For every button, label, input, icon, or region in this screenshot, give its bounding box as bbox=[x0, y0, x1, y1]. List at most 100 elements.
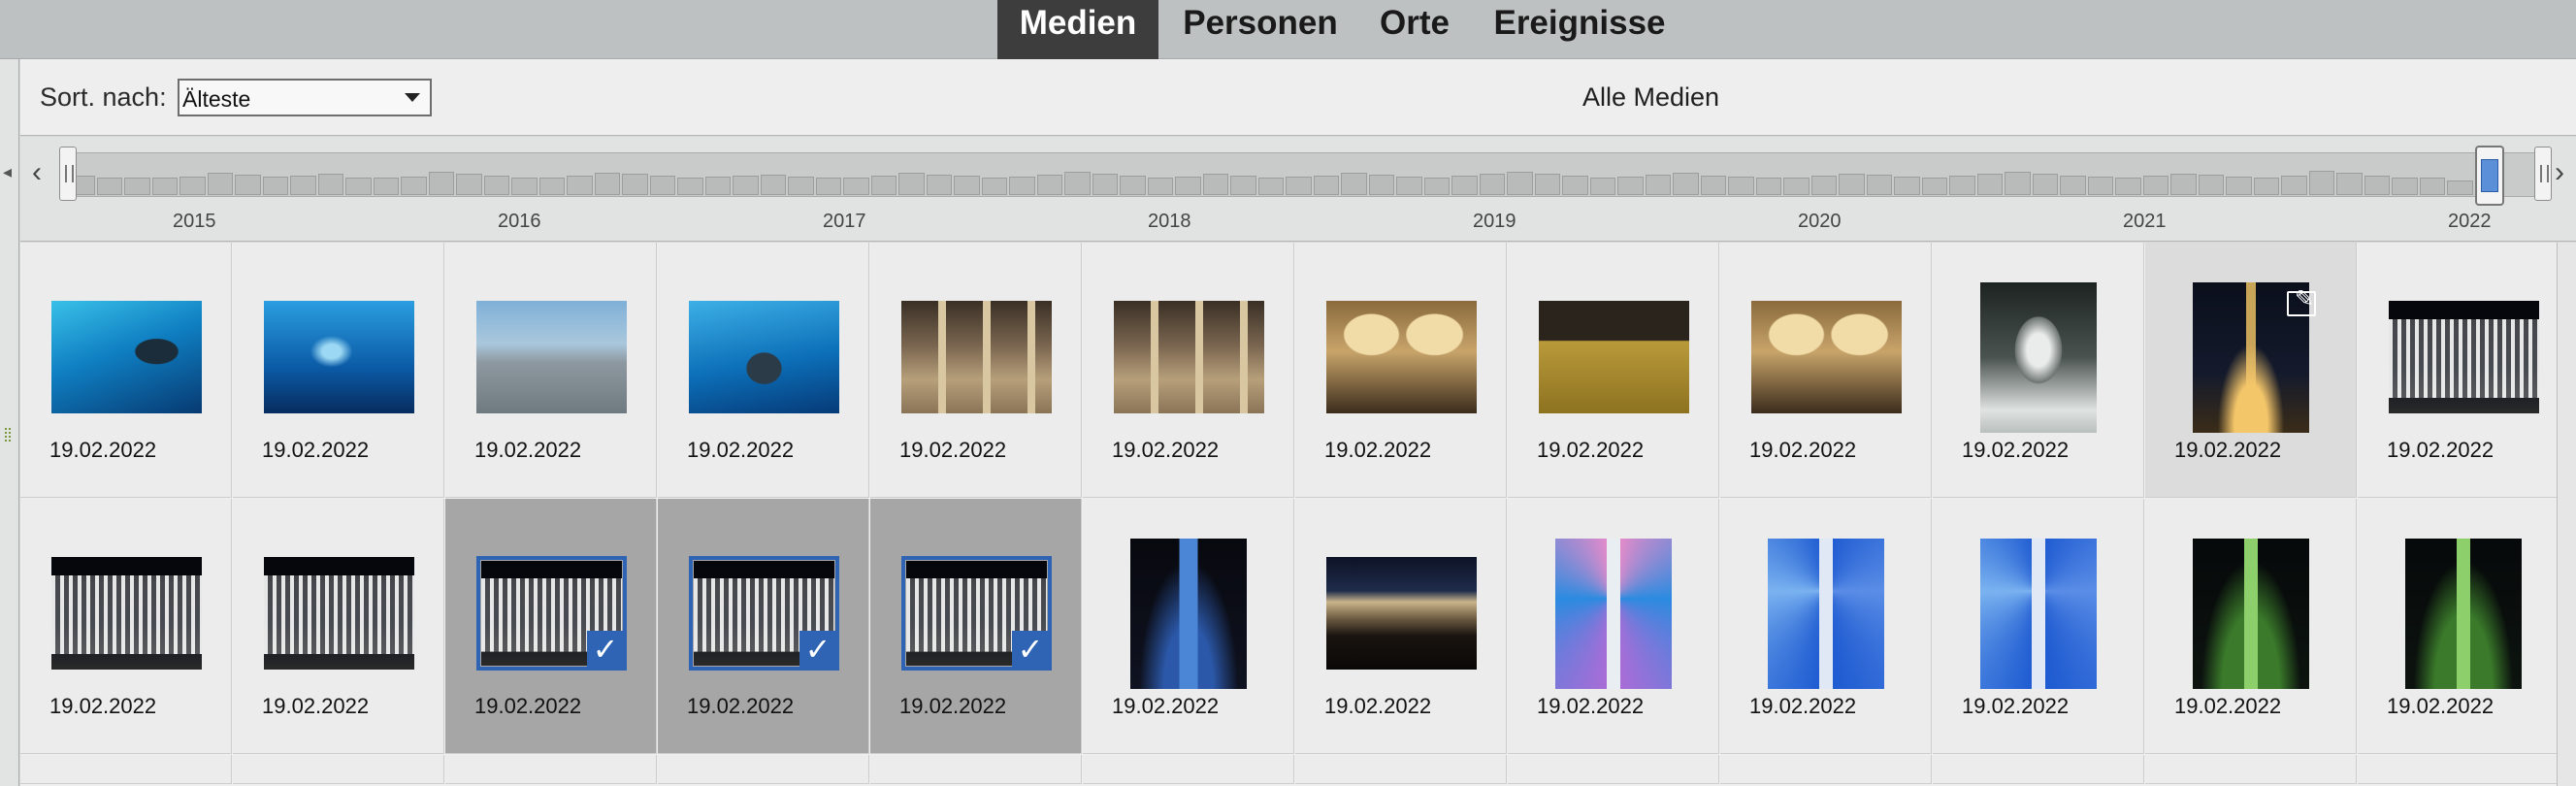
media-item[interactable] bbox=[870, 755, 1082, 784]
checkmark-icon[interactable]: ✓ bbox=[799, 631, 836, 668]
media-item[interactable]: 19.02.2022 bbox=[1720, 499, 1932, 754]
media-item[interactable] bbox=[233, 755, 444, 784]
timeline-bar bbox=[345, 178, 372, 195]
media-thumbnail[interactable] bbox=[1539, 301, 1689, 413]
media-thumbnail[interactable] bbox=[51, 301, 202, 413]
timeline-bar bbox=[262, 177, 289, 195]
media-item[interactable]: 19.02.2022 bbox=[1508, 243, 1719, 498]
timeline-year[interactable]: 2018 bbox=[1148, 211, 1191, 233]
edit-icon[interactable] bbox=[2287, 285, 2316, 316]
media-item[interactable]: 19.02.2022 bbox=[1083, 243, 1294, 498]
media-thumbnail[interactable] bbox=[1326, 301, 1477, 413]
media-item[interactable]: 19.02.2022 bbox=[658, 243, 869, 498]
timeline-bar bbox=[1257, 178, 1285, 195]
timeline-year[interactable]: 2019 bbox=[1473, 211, 1516, 233]
sort-dropdown[interactable]: Älteste bbox=[178, 79, 432, 116]
timeline-bar bbox=[207, 173, 234, 195]
media-thumbnail[interactable] bbox=[1326, 557, 1477, 670]
timeline-bar bbox=[1894, 177, 1920, 195]
timeline-year[interactable]: 2016 bbox=[498, 211, 541, 233]
media-item[interactable] bbox=[1083, 755, 1294, 784]
media-date: 19.02.2022 bbox=[262, 694, 370, 718]
media-thumbnail[interactable] bbox=[1768, 539, 1884, 689]
expand-panel-icon[interactable]: ◂ bbox=[3, 162, 12, 182]
media-item[interactable]: 19.02.2022 bbox=[2358, 499, 2569, 754]
media-thumbnail[interactable] bbox=[264, 557, 414, 670]
media-item[interactable]: 19.02.2022 bbox=[20, 499, 232, 754]
media-item[interactable]: 19.02.2022 bbox=[233, 243, 444, 498]
media-item[interactable]: ✓ 19.02.2022 bbox=[870, 499, 1082, 754]
media-item[interactable]: 19.02.2022 bbox=[1720, 243, 1932, 498]
timeline-position-handle[interactable] bbox=[2475, 146, 2504, 206]
media-item[interactable] bbox=[1295, 755, 1507, 784]
timeline-bar bbox=[1341, 173, 1367, 195]
media-thumbnail[interactable] bbox=[2405, 539, 2522, 689]
media-item[interactable] bbox=[20, 755, 232, 784]
media-item[interactable]: 19.02.2022 bbox=[445, 243, 657, 498]
tab-personen[interactable]: Personen bbox=[1167, 0, 1353, 59]
media-item[interactable]: 19.02.2022 bbox=[870, 243, 1082, 498]
media-thumbnail[interactable] bbox=[1751, 301, 1902, 413]
media-item[interactable]: 19.02.2022 bbox=[1295, 243, 1507, 498]
media-item[interactable]: 19.02.2022 bbox=[1295, 499, 1507, 754]
media-thumbnail[interactable] bbox=[476, 301, 627, 413]
media-item[interactable] bbox=[2145, 755, 2357, 784]
media-item[interactable]: 19.02.2022 bbox=[2358, 243, 2569, 498]
media-thumbnail[interactable] bbox=[264, 301, 414, 413]
checkmark-icon[interactable]: ✓ bbox=[1012, 631, 1049, 668]
timeline-bar bbox=[456, 174, 482, 195]
media-item[interactable]: 19.02.2022 bbox=[1933, 499, 2144, 754]
media-thumbnail[interactable] bbox=[689, 301, 839, 413]
timeline-bar bbox=[1202, 174, 1229, 195]
media-item[interactable] bbox=[1720, 755, 1932, 784]
timeline-bar bbox=[704, 177, 732, 195]
grid-scrollbar[interactable] bbox=[2557, 243, 2576, 786]
media-thumbnail[interactable] bbox=[1980, 282, 2097, 433]
media-date: 19.02.2022 bbox=[49, 694, 157, 718]
timeline-year[interactable]: 2015 bbox=[173, 211, 216, 233]
media-item[interactable]: ✓ 19.02.2022 bbox=[658, 499, 869, 754]
timeline-year[interactable]: 2022 bbox=[2448, 211, 2492, 233]
timeline-year[interactable]: 2017 bbox=[823, 211, 866, 233]
media-thumbnail[interactable] bbox=[1555, 539, 1672, 689]
tab-orte[interactable]: Orte bbox=[1362, 0, 1467, 59]
media-thumbnail[interactable] bbox=[1130, 539, 1247, 689]
tab-medien[interactable]: Medien bbox=[997, 0, 1158, 59]
media-thumbnail[interactable] bbox=[2389, 301, 2539, 413]
timeline-year[interactable]: 2020 bbox=[1798, 211, 1842, 233]
media-thumbnail[interactable] bbox=[1114, 301, 1264, 413]
media-item[interactable] bbox=[445, 755, 657, 784]
media-thumbnail[interactable] bbox=[901, 301, 1052, 413]
checkmark-icon[interactable]: ✓ bbox=[587, 631, 624, 668]
media-item[interactable] bbox=[2358, 755, 2569, 784]
media-item[interactable]: 19.02.2022 bbox=[2145, 499, 2357, 754]
left-panel-edge[interactable]: ◂ bbox=[0, 59, 19, 786]
timeline[interactable]: ‹ › 2015 2016 2017 2018 2019 2020 2021 2… bbox=[20, 137, 2576, 242]
media-item[interactable] bbox=[658, 755, 869, 784]
timeline-bar bbox=[2364, 176, 2391, 195]
timeline-bar bbox=[2336, 173, 2363, 195]
timeline-prev-icon[interactable]: ‹ bbox=[32, 156, 42, 189]
media-item[interactable]: ▶19.02.2022 bbox=[2145, 243, 2376, 498]
media-item[interactable]: 19.02.2022 bbox=[1083, 499, 1294, 754]
timeline-year[interactable]: 2021 bbox=[2123, 211, 2167, 233]
panel-grip-icon[interactable] bbox=[5, 428, 11, 442]
media-item[interactable]: 19.02.2022 bbox=[20, 243, 232, 498]
media-item[interactable]: ✓ 19.02.2022 bbox=[445, 499, 657, 754]
timeline-bar bbox=[428, 172, 455, 195]
timeline-bar bbox=[2032, 174, 2059, 195]
media-item[interactable]: 19.02.2022 bbox=[1933, 243, 2144, 498]
media-thumbnail[interactable] bbox=[51, 557, 202, 670]
media-item[interactable] bbox=[1508, 755, 1719, 784]
timeline-bar bbox=[1921, 178, 1948, 195]
media-item[interactable]: 19.02.2022 bbox=[233, 499, 444, 754]
timeline-start-handle[interactable] bbox=[59, 147, 77, 201]
timeline-bar bbox=[594, 173, 621, 195]
media-item[interactable] bbox=[1933, 755, 2144, 784]
tab-ereignisse[interactable]: Ereignisse bbox=[1478, 0, 1681, 59]
timeline-next-icon[interactable]: › bbox=[2555, 156, 2564, 189]
media-thumbnail[interactable] bbox=[2193, 539, 2309, 689]
timeline-end-handle[interactable] bbox=[2534, 147, 2552, 201]
media-thumbnail[interactable] bbox=[1980, 539, 2097, 689]
media-item[interactable]: 19.02.2022 bbox=[1508, 499, 1719, 754]
